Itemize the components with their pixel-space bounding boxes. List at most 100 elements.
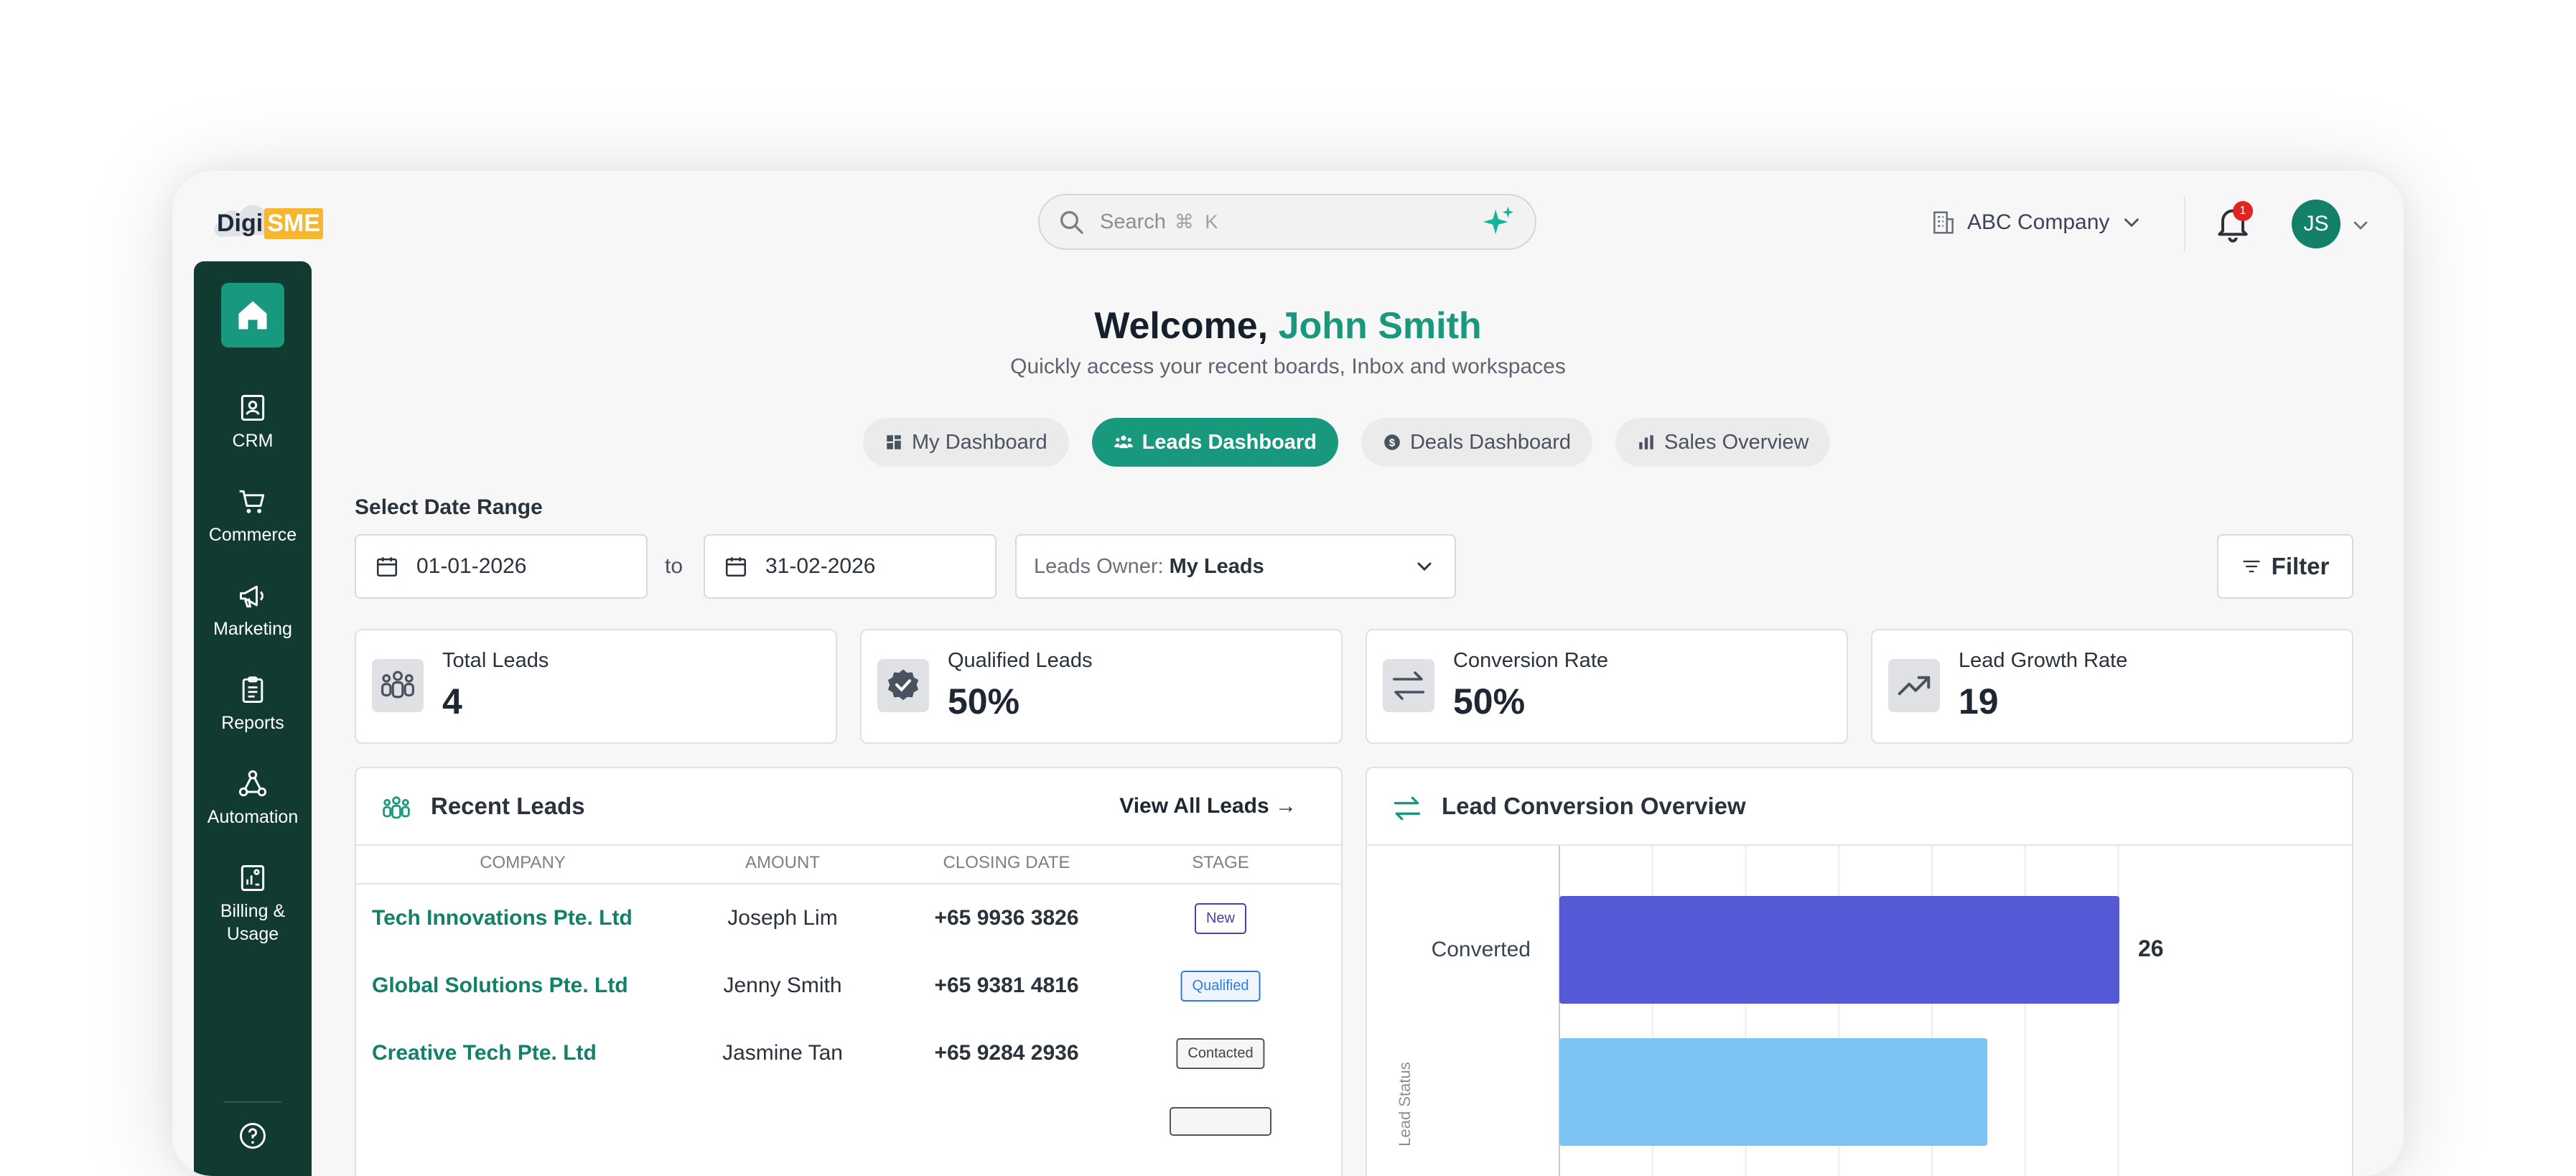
calendar-icon xyxy=(725,557,747,577)
stat-value: 50% xyxy=(948,681,1020,722)
lead-company[interactable]: Tech Innovations Pte. Ltd xyxy=(372,906,633,930)
digisme-logo[interactable]: Digi SME xyxy=(210,192,323,250)
table-row[interactable]: Global Solutions Pte. Ltd Jenny Smith +6… xyxy=(356,953,1341,1021)
chevron-down-icon xyxy=(2124,218,2139,228)
lead-company[interactable]: Creative Tech Pte. Ltd xyxy=(372,1041,597,1065)
team-icon xyxy=(372,659,424,712)
stat-value: 50% xyxy=(1453,681,1526,722)
stat-title: Conversion Rate xyxy=(1453,649,1608,672)
bar-category-label: Converted xyxy=(1432,938,1531,961)
panel-header: Recent Leads View All Leads → xyxy=(356,768,1341,846)
stat-value: 4 xyxy=(442,681,462,722)
filter-button[interactable]: Filter xyxy=(2217,534,2353,599)
billing-icon xyxy=(241,865,265,891)
stage-badge: Qualified xyxy=(1180,971,1261,1002)
column-header[interactable]: AMOUNT xyxy=(745,853,820,873)
column-header[interactable]: CLOSING DATE xyxy=(943,853,1070,873)
help-icon xyxy=(240,1123,266,1149)
sidebar-item-marketing[interactable]: Marketing xyxy=(194,580,312,640)
lead-amount: Joseph Lim xyxy=(727,906,838,930)
sidebar-item-label: Reports xyxy=(221,713,284,733)
tab-sales-overview[interactable]: Sales Overview xyxy=(1615,418,1831,467)
panel-title: Recent Leads xyxy=(431,793,585,819)
header-divider xyxy=(2184,197,2185,251)
bar-value-label: 26 xyxy=(2138,935,2164,961)
sidebar-divider xyxy=(224,1101,281,1103)
lead-company[interactable]: Global Solutions Pte. Ltd xyxy=(372,974,628,998)
contact-card-icon xyxy=(241,395,265,421)
table-row[interactable]: Tech Innovations Pte. Ltd Joseph Lim +65… xyxy=(356,886,1341,953)
stat-title: Total Leads xyxy=(442,649,549,672)
trending-up-icon xyxy=(1888,659,1940,712)
stat-card-total-leads: Total Leads 4 xyxy=(355,629,837,744)
search-shortcut: ⌘ K xyxy=(1174,210,1221,233)
end-date-input[interactable]: 31-02-2026 xyxy=(704,534,997,599)
sidebar-item-commerce[interactable]: Commerce xyxy=(194,486,312,546)
tab-leads-dashboard[interactable]: Leads Dashboard xyxy=(1091,418,1338,467)
chart-bar xyxy=(1559,1038,1988,1146)
table-row[interactable] xyxy=(356,1088,1341,1156)
logo-text: Digi SME xyxy=(217,207,323,239)
view-all-leads-link[interactable]: View All Leads → xyxy=(1119,794,1297,818)
app-window: Digi SME Search ⌘ K ABC Company 1 JS CRM … xyxy=(172,171,2404,1176)
recent-leads-panel: Recent Leads View All Leads → COMPANY AM… xyxy=(355,767,1343,1176)
tab-deals-dashboard[interactable]: $ Deals Dashboard xyxy=(1361,418,1593,467)
svg-text:$: $ xyxy=(1389,437,1396,449)
sidebar-item-label: Marketing xyxy=(213,619,292,639)
date-range-label: Select Date Range xyxy=(355,495,543,519)
panel-title: Lead Conversion Overview xyxy=(1442,793,1746,819)
start-date-input[interactable]: 01-01-2026 xyxy=(355,534,648,599)
exchange-arrows-icon xyxy=(1383,659,1434,712)
notification-badge: 1 xyxy=(2233,201,2253,221)
user-name: John Smith xyxy=(1278,305,1482,347)
sidebar: CRM Commerce Marketing Reports Automatio… xyxy=(194,261,312,1176)
help-button[interactable] xyxy=(194,1120,312,1157)
lead-closing-date: +65 9284 2936 xyxy=(934,1041,1079,1065)
megaphone-icon xyxy=(240,585,263,608)
panel-header: Lead Conversion Overview xyxy=(1367,768,2352,846)
owner-label: Leads Owner: xyxy=(1034,554,1164,578)
sidebar-item-reports[interactable]: Reports xyxy=(194,674,312,734)
page-subtitle: Quickly access your recent boards, Inbox… xyxy=(1010,355,1566,378)
search-placeholder: Search xyxy=(1100,210,1166,233)
sidebar-item-billing[interactable]: Billing & Usage xyxy=(194,862,312,946)
exchange-arrows-icon xyxy=(1394,796,1421,821)
lead-closing-date: +65 9381 4816 xyxy=(934,974,1079,997)
column-header[interactable]: COMPANY xyxy=(480,853,566,873)
tab-my-dashboard[interactable]: My Dashboard xyxy=(863,418,1069,467)
ai-sparkle-icon[interactable] xyxy=(1482,205,1515,238)
page-title: Welcome, John Smith xyxy=(172,304,2404,347)
user-avatar[interactable]: JS xyxy=(2292,200,2341,248)
sidebar-item-automation[interactable]: Automation xyxy=(194,768,312,829)
calendar-icon xyxy=(376,557,398,577)
workflow-icon xyxy=(238,770,267,797)
sidebar-item-label-line2: Usage xyxy=(226,924,279,944)
date-range-to: to xyxy=(665,554,683,578)
stat-card-conversion-rate: Conversion Rate 50% xyxy=(1366,629,1848,744)
sidebar-item-label: Commerce xyxy=(208,525,297,545)
filter-icon xyxy=(2242,560,2260,573)
welcome-greeting: Welcome, xyxy=(1094,305,1269,347)
table-header: COMPANY AMOUNT CLOSING DATE STAGE xyxy=(356,846,1341,885)
team-icon xyxy=(383,796,410,819)
sidebar-item-crm[interactable]: CRM xyxy=(194,392,312,452)
cart-icon xyxy=(239,490,265,513)
column-header[interactable]: STAGE xyxy=(1192,853,1249,873)
search-bar[interactable]: Search ⌘ K xyxy=(1038,194,1536,250)
company-selector[interactable]: ABC Company xyxy=(1930,207,2144,238)
grid-icon xyxy=(887,435,901,449)
dashboard-tabs: My Dashboard Leads Dashboard $ Deals Das… xyxy=(863,418,1831,467)
sidebar-item-label: Automation xyxy=(207,807,299,827)
user-menu-chevron-icon[interactable] xyxy=(2349,214,2372,237)
leads-owner-select[interactable]: Leads Owner: My Leads xyxy=(1015,534,1456,599)
people-icon xyxy=(1114,435,1133,449)
building-icon xyxy=(1933,211,1954,234)
stage-badge: Contacted xyxy=(1176,1038,1265,1069)
table-row[interactable]: Creative Tech Pte. Ltd Jasmine Tan +65 9… xyxy=(356,1021,1341,1088)
company-name: ABC Company xyxy=(1967,210,2110,234)
lead-conversion-panel: Lead Conversion Overview Converted 26 Lead… xyxy=(1366,767,2353,1176)
lead-closing-date: +65 9936 3826 xyxy=(934,906,1079,930)
dollar-icon: $ xyxy=(1384,434,1400,450)
stat-card-lead-growth-rate: Lead Growth Rate 19 xyxy=(1871,629,2353,744)
chart-bar xyxy=(1559,896,2119,1004)
